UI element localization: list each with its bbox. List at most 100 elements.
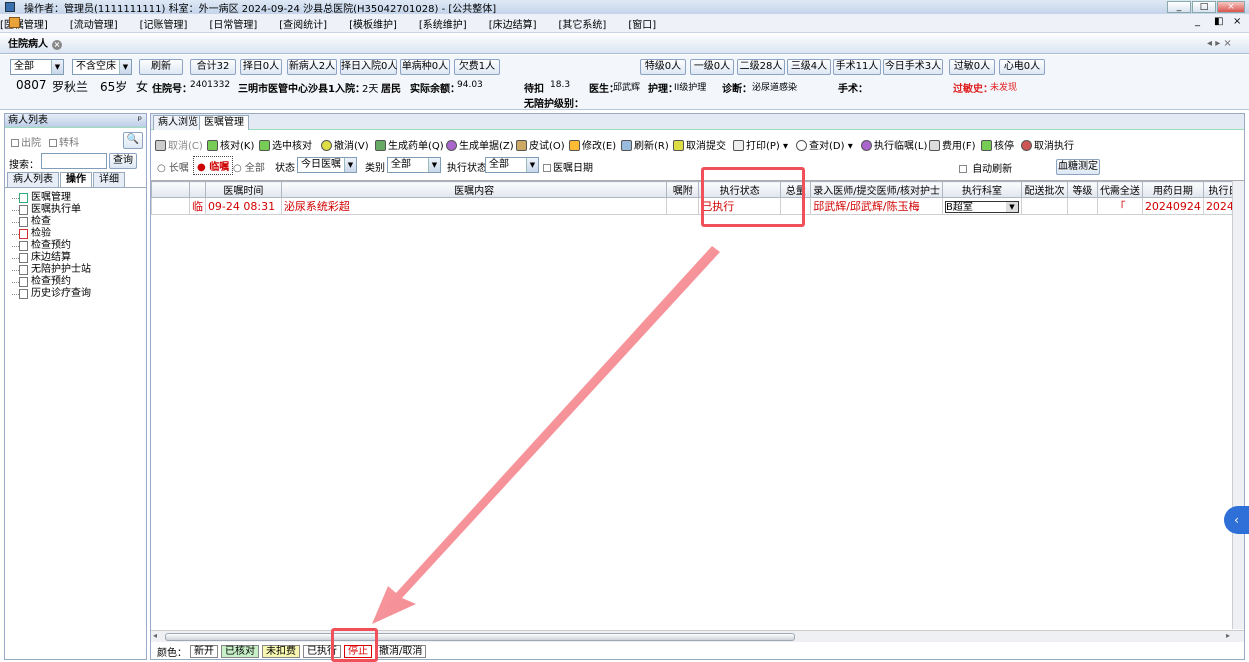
exec-dept-cell[interactable]: B超室 ▼: [941, 197, 1022, 215]
status-select[interactable]: 今日医嘱 ▼: [297, 157, 357, 173]
maximize-button[interactable]: □: [1192, 1, 1216, 13]
skin-test-button[interactable]: 皮试(O): [516, 137, 565, 152]
minimize-button[interactable]: _: [1167, 1, 1191, 13]
scope-select[interactable]: 全部 ▼: [10, 59, 64, 75]
search-input[interactable]: [41, 153, 107, 169]
menu-item-flow[interactable]: [流动管理]: [70, 16, 118, 31]
print-button[interactable]: 打印(P) ▾: [733, 137, 788, 152]
tab-patient-list[interactable]: 病人列表: [7, 172, 59, 187]
verify-stop-button[interactable]: 核停: [981, 137, 1014, 152]
menu-item-templates[interactable]: [模板维护]: [349, 16, 397, 31]
tab-scroll-icon[interactable]: ◂ ▸ ×: [1207, 38, 1232, 49]
level-two-button[interactable]: 二级28人: [737, 59, 785, 75]
col-header[interactable]: 执行科室: [941, 181, 1022, 198]
refresh-orders-button[interactable]: 刷新(R): [621, 137, 669, 152]
table-row[interactable]: 临 09-24 08:31 泌尿系统彩超 已执行 邱武辉/邱武辉/陈玉梅 B超室…: [151, 197, 1245, 215]
cancel-submit-button[interactable]: 取消提交: [673, 137, 726, 152]
allergy-count-button[interactable]: 过敏0人: [949, 59, 995, 75]
menu-item-other[interactable]: [其它系统]: [559, 16, 607, 31]
col-header[interactable]: [188, 181, 206, 198]
count-admit-button[interactable]: 择日入院0人: [340, 59, 397, 75]
col-header[interactable]: 医嘱内容: [280, 181, 668, 198]
level-three-button[interactable]: 三级4人: [787, 59, 831, 75]
count-arrears-button[interactable]: 欠费1人: [454, 59, 500, 75]
generate-forms-button[interactable]: 生成单据(Z): [446, 137, 514, 152]
side-expand-button[interactable]: ‹: [1224, 506, 1249, 534]
tab-operations[interactable]: 操作: [60, 172, 92, 187]
revoke-button[interactable]: 撤消(V): [321, 137, 369, 152]
cancel-button[interactable]: 取消(C): [155, 137, 203, 152]
exec-status-select[interactable]: 全部 ▼: [485, 157, 539, 173]
count-single-disease-button[interactable]: 单病种0人: [400, 59, 450, 75]
transfer-checkbox[interactable]: 转科: [49, 134, 79, 149]
mdi-close-button[interactable]: ×: [1233, 16, 1241, 27]
tree-item-lab[interactable]: 检验: [9, 228, 91, 240]
scroll-left-icon[interactable]: ◂: [153, 631, 157, 640]
close-icon[interactable]: ×: [52, 40, 62, 50]
send-cell[interactable]: 「: [1096, 197, 1143, 215]
all-radio[interactable]: ○ 全部: [233, 159, 265, 174]
exec-dept-select[interactable]: B超室 ▼: [944, 200, 1019, 213]
search-button[interactable]: 查询: [109, 153, 137, 169]
count-scheduled-button[interactable]: 择日0人: [240, 59, 282, 75]
discharged-checkbox[interactable]: 出院: [11, 134, 41, 149]
auto-refresh-checkbox[interactable]: 自动刷新: [959, 160, 1012, 175]
col-header[interactable]: 嘱附: [666, 181, 700, 198]
check-button[interactable]: 查对(D) ▾: [796, 137, 853, 152]
type-select[interactable]: 全部 ▼: [387, 157, 441, 173]
mdi-restore-button[interactable]: ◧: [1214, 16, 1223, 27]
bed-select[interactable]: 不含空床 ▼: [72, 59, 132, 75]
tree-item-exam-booking-2[interactable]: 检查预约: [9, 276, 91, 288]
menu-item-orders[interactable]: [医嘱管理]: [0, 16, 48, 31]
col-header[interactable]: 用药日期: [1141, 181, 1204, 198]
menu-item-bedside[interactable]: [床边结算]: [489, 16, 537, 31]
col-header[interactable]: 等级: [1066, 181, 1098, 198]
today-surgery-button[interactable]: 今日手术3人: [883, 59, 943, 75]
menu-item-billing[interactable]: [记账管理]: [140, 16, 188, 31]
tree-item-nurse-station[interactable]: 无陪护护士站: [9, 264, 91, 276]
refresh-button[interactable]: 刷新: [139, 59, 183, 75]
menu-item-daily[interactable]: [日常管理]: [209, 16, 257, 31]
search-icon[interactable]: 🔍: [123, 132, 143, 149]
close-button[interactable]: ×: [1217, 1, 1245, 13]
level-special-button[interactable]: 特级0人: [640, 59, 686, 75]
level-one-button[interactable]: 一级0人: [690, 59, 734, 75]
col-header[interactable]: [151, 181, 190, 198]
long-term-radio[interactable]: ○ 长嘱: [157, 159, 189, 174]
menu-item-stats[interactable]: [查阅统计]: [279, 16, 327, 31]
verify-button[interactable]: 核对(K): [207, 137, 254, 152]
tree-item-exam[interactable]: 检查: [9, 216, 91, 228]
vertical-scrollbar[interactable]: [1232, 181, 1244, 629]
tree-item-history[interactable]: 历史诊疗查询: [9, 288, 91, 300]
execute-temp-button[interactable]: 执行临嘱(L): [861, 137, 927, 152]
tree-item-exec-sheet[interactable]: 医嘱执行单: [9, 204, 91, 216]
order-date-checkbox[interactable]: 医嘱日期: [543, 159, 593, 174]
cancel-execute-button[interactable]: 取消执行: [1021, 137, 1074, 152]
app-menu-icon[interactable]: [9, 17, 20, 28]
verify-selected-button[interactable]: 选中核对: [259, 137, 312, 152]
tree-item-orders[interactable]: 医嘱管理: [9, 192, 91, 204]
ecg-count-button[interactable]: 心电0人: [999, 59, 1045, 75]
tab-patient-browse[interactable]: 病人浏览: [153, 115, 203, 130]
scroll-right-icon[interactable]: ▸: [1226, 631, 1230, 640]
tab-order-management[interactable]: 医嘱管理: [199, 115, 249, 130]
menu-item-window[interactable]: [窗口]: [628, 16, 656, 31]
edit-button[interactable]: 修改(E): [569, 137, 616, 152]
generate-drug-list-button[interactable]: 生成药单(Q): [375, 137, 444, 152]
scrollbar-thumb[interactable]: [165, 633, 795, 641]
count-total-button[interactable]: 合计32: [190, 59, 236, 75]
surgery-count-button[interactable]: 手术11人: [833, 59, 881, 75]
col-header[interactable]: 录入医师/提交医师/核对护士: [810, 181, 943, 198]
fee-button[interactable]: 费用(F): [929, 137, 976, 152]
temporary-radio[interactable]: ● 临嘱: [193, 156, 234, 175]
tree-item-bedside-settlement[interactable]: 床边结算: [9, 252, 91, 264]
count-new-button[interactable]: 新病人2人: [287, 59, 337, 75]
pin-icon[interactable]: ᵖ: [138, 114, 142, 127]
tab-inpatients[interactable]: 住院病人 ×: [4, 37, 66, 53]
menu-item-system[interactable]: [系统维护]: [419, 16, 467, 31]
col-header[interactable]: 代需全送: [1096, 181, 1143, 198]
horizontal-scrollbar[interactable]: ◂ ▸: [151, 630, 1244, 642]
blood-sugar-button[interactable]: 血糖测定: [1056, 159, 1100, 175]
col-header[interactable]: 医嘱时间: [204, 181, 282, 198]
tab-details[interactable]: 详细: [93, 172, 125, 187]
